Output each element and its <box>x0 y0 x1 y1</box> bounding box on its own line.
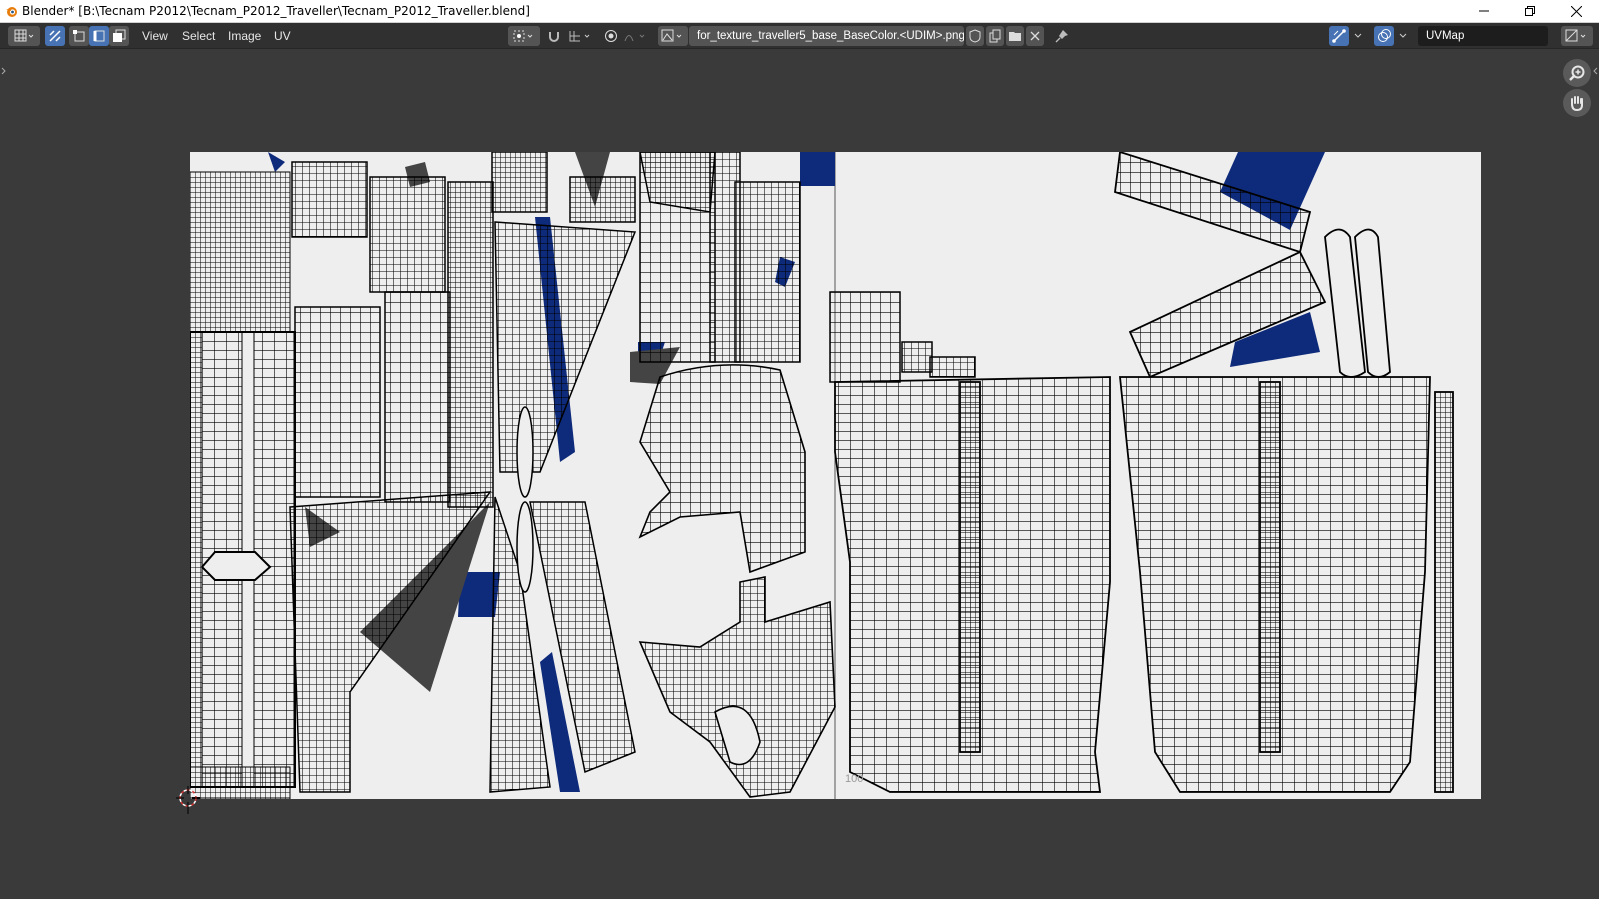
image-name-field[interactable]: for_texture_traveller5_base_BaseColor.<U… <box>689 26 964 46</box>
duplicate-image-icon <box>989 29 1001 43</box>
snap-toggle-button[interactable] <box>544 26 564 46</box>
proportional-falloff-button[interactable] <box>622 26 652 46</box>
proportional-edit-icon <box>605 30 617 42</box>
face-select-icon <box>113 29 126 42</box>
proportional-edit-button[interactable] <box>601 26 621 46</box>
restore-icon <box>1525 6 1535 16</box>
pivot-point-button[interactable] <box>508 26 540 46</box>
show-overlays-button[interactable] <box>1374 26 1394 46</box>
image-browse-button[interactable] <box>658 26 688 46</box>
display-channels-icon <box>1565 29 1586 42</box>
uv-sync-icon <box>49 30 61 42</box>
show-gizmo-button[interactable] <box>1329 26 1349 46</box>
uv-sync-button[interactable] <box>45 26 65 46</box>
gizmo-icon <box>1332 29 1346 43</box>
pin-icon <box>1055 30 1068 43</box>
falloff-icon <box>624 34 645 42</box>
close-icon <box>1570 5 1582 17</box>
uv-editor-header: View Select Image UV for_texture_travell… <box>0 23 1599 49</box>
snap-target-icon <box>569 31 590 42</box>
pan-hand-icon <box>1571 96 1583 112</box>
vertex-select-button[interactable] <box>69 26 89 46</box>
restore-button[interactable] <box>1507 0 1553 22</box>
editor-type-button[interactable] <box>8 26 40 46</box>
fake-user-icon <box>969 29 981 43</box>
vertex-select-icon <box>73 30 85 42</box>
chevron-down-icon <box>1399 33 1407 38</box>
overlays-dropdown[interactable] <box>1395 26 1411 46</box>
display-channels-button[interactable] <box>1561 26 1593 46</box>
minimize-icon <box>1479 10 1489 12</box>
menu-select[interactable]: Select <box>182 28 215 44</box>
chevron-down-icon <box>1354 33 1362 38</box>
face-select-button[interactable] <box>109 26 129 46</box>
pivot-icon <box>513 30 533 42</box>
menu-uv[interactable]: UV <box>274 28 291 44</box>
snap-target-button[interactable] <box>566 26 596 46</box>
expand-right-arrow-icon[interactable] <box>1592 67 1598 75</box>
blender-logo-icon <box>6 7 17 17</box>
gizmo-dropdown[interactable] <box>1350 26 1366 46</box>
uv-image-canvas[interactable]: 100 <box>190 152 1481 799</box>
window-title: Blender* [B:\Tecnam P2012\Tecnam_P2012_T… <box>22 4 530 18</box>
zoom-gizmo[interactable] <box>1563 59 1591 87</box>
unlink-image-icon <box>1030 31 1040 41</box>
unlink-image-button[interactable] <box>1026 26 1044 46</box>
minimize-button[interactable] <box>1461 0 1507 22</box>
zoom-icon <box>1569 65 1585 81</box>
window-titlebar: Blender* [B:\Tecnam P2012\Tecnam_P2012_T… <box>0 0 1599 23</box>
udim-tile-label: 100 <box>845 773 863 785</box>
menu-view[interactable]: View <box>142 28 168 44</box>
snap-icon <box>549 32 559 42</box>
uv-map-selector[interactable]: UVMap <box>1418 26 1548 46</box>
pan-gizmo[interactable] <box>1563 89 1591 117</box>
editor-type-icon <box>14 29 34 42</box>
close-button[interactable] <box>1553 0 1599 22</box>
new-image-button[interactable] <box>986 26 1004 46</box>
expand-left-arrow-icon[interactable] <box>1 67 7 75</box>
open-image-button[interactable] <box>1006 26 1024 46</box>
uv-island-group-left <box>190 171 296 799</box>
image-browse-icon <box>661 29 682 42</box>
fake-user-button[interactable] <box>966 26 984 46</box>
edge-select-button[interactable] <box>89 26 109 46</box>
open-image-icon <box>1008 32 1021 41</box>
2d-cursor-icon[interactable] <box>176 786 200 814</box>
overlay-icon <box>1378 29 1391 42</box>
menu-image[interactable]: Image <box>228 28 261 44</box>
edge-select-icon <box>93 30 105 42</box>
pin-image-button[interactable] <box>1052 26 1072 46</box>
